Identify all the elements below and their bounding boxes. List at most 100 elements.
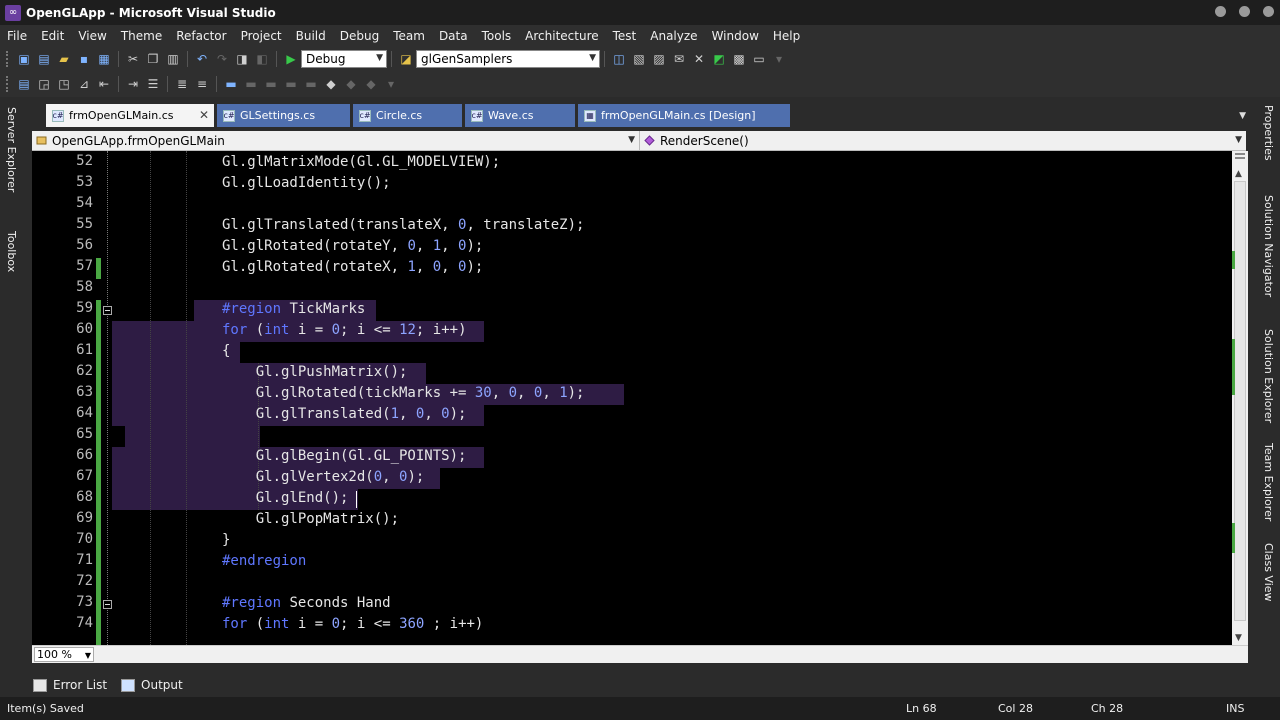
vertical-scrollbar[interactable]: ▲ ▼ <box>1232 151 1248 645</box>
paste-icon[interactable]: ▥ <box>164 50 182 68</box>
horizontal-scrollbar[interactable]: 100 % ▼ <box>32 645 1248 663</box>
extension-manager-icon[interactable]: ✕ <box>690 50 708 68</box>
toggle-bookmark-icon[interactable]: ≡ <box>193 75 211 93</box>
toolbar-overflow-icon[interactable]: ▾ <box>770 50 788 68</box>
close-icon[interactable]: ✕ <box>199 108 209 122</box>
menu-file[interactable]: File <box>0 25 34 47</box>
server-explorer-tab[interactable]: Server Explorer <box>5 107 18 192</box>
method-icon <box>644 135 655 146</box>
chevron-down-icon: ▼ <box>589 53 596 63</box>
solution-configuration-dropdown[interactable]: Debug ▼ <box>301 50 387 68</box>
code-line: Gl.glRotated(rotateX, 1, 0, 0); <box>222 259 484 275</box>
start-debugging-icon[interactable]: ▶ <box>282 50 300 68</box>
maximize-button[interactable] <box>1239 6 1250 17</box>
error-list-tab[interactable]: Error List <box>33 678 107 692</box>
add-item-icon[interactable]: ▤ <box>35 50 53 68</box>
tab-glsettings-cs[interactable]: c# GLSettings.cs <box>217 104 350 127</box>
copy-icon[interactable]: ❐ <box>144 50 162 68</box>
redo-icon[interactable]: ↷ <box>213 50 231 68</box>
tab-frmopenglmain-cs[interactable]: c# frmOpenGLMain.cs ✕ <box>46 104 214 127</box>
solution-explorer-icon[interactable]: ◫ <box>610 50 628 68</box>
scroll-down-icon[interactable]: ▼ <box>1235 633 1242 643</box>
solution-navigator-tab[interactable]: Solution Navigator <box>1262 195 1275 297</box>
decrease-indent-icon[interactable]: ⇤ <box>95 75 113 93</box>
minimize-button[interactable] <box>1215 6 1226 17</box>
menu-data[interactable]: Data <box>432 25 475 47</box>
tab-frmopenglmain-design[interactable]: ▦ frmOpenGLMain.cs [Design] <box>578 104 790 127</box>
close-window-button[interactable] <box>1263 6 1274 17</box>
menu-project[interactable]: Project <box>234 25 289 47</box>
navigate-forward-icon[interactable]: ◧ <box>253 50 271 68</box>
navigate-backward-icon[interactable]: ◨ <box>233 50 251 68</box>
toolbox-icon[interactable]: ✉ <box>670 50 688 68</box>
menu-analyze[interactable]: Analyze <box>643 25 704 47</box>
complete-word-icon[interactable]: ⊿ <box>75 75 93 93</box>
parameter-info-icon[interactable]: ◲ <box>35 75 53 93</box>
find-combo[interactable]: glGenSamplers ▼ <box>416 50 600 68</box>
menu-edit[interactable]: Edit <box>34 25 71 47</box>
team-explorer-tab[interactable]: Team Explorer <box>1262 443 1275 521</box>
menu-team[interactable]: Team <box>386 25 432 47</box>
previous-bookmark-document-icon[interactable]: ◆ <box>322 75 340 93</box>
toolbar-grip[interactable] <box>6 51 10 67</box>
member-dropdown[interactable]: RenderScene() ▼ <box>640 131 1246 151</box>
object-browser-icon[interactable]: ▨ <box>650 50 668 68</box>
scroll-up-icon[interactable]: ▲ <box>1235 169 1242 179</box>
save-icon[interactable]: ▪ <box>75 50 93 68</box>
bookmark-icon[interactable]: ▬ <box>222 75 240 93</box>
menu-theme[interactable]: Theme <box>114 25 169 47</box>
zoom-dropdown[interactable]: 100 % ▼ <box>34 647 94 662</box>
code-line: { <box>222 343 231 359</box>
tab-wave-cs[interactable]: c# Wave.cs <box>465 104 575 127</box>
toolbar-overflow-icon[interactable]: ▾ <box>382 75 400 93</box>
line-number: 55 <box>76 216 93 232</box>
new-project-icon[interactable]: ▣ <box>15 50 33 68</box>
menu-debug[interactable]: Debug <box>333 25 386 47</box>
solution-explorer-tab[interactable]: Solution Explorer <box>1262 329 1275 423</box>
menu-refactor[interactable]: Refactor <box>169 25 233 47</box>
menu-test[interactable]: Test <box>606 25 644 47</box>
toolbox-tab[interactable]: Toolbox <box>5 231 18 272</box>
output-tab[interactable]: Output <box>121 678 183 692</box>
change-indicator <box>96 258 101 279</box>
menu-view[interactable]: View <box>71 25 113 47</box>
code-editor[interactable]: 52 Gl.glMatrixMode(Gl.GL_MODELVIEW); 53 Gl.… <box>32 151 1232 645</box>
menu-build[interactable]: Build <box>289 25 333 47</box>
menu-window[interactable]: Window <box>705 25 766 47</box>
tab-overflow-icon[interactable]: ▼ <box>1239 111 1246 121</box>
next-bookmark-document-icon[interactable]: ◆ <box>342 75 360 93</box>
toolbar-grip[interactable] <box>6 76 10 92</box>
uncomment-icon[interactable]: ≣ <box>173 75 191 93</box>
cut-icon[interactable]: ✂ <box>124 50 142 68</box>
menu-tools[interactable]: Tools <box>475 25 519 47</box>
properties-tab[interactable]: Properties <box>1262 105 1275 161</box>
menu-architecture[interactable]: Architecture <box>518 25 605 47</box>
menu-help[interactable]: Help <box>766 25 807 47</box>
start-page-icon[interactable]: ◩ <box>710 50 728 68</box>
previous-bookmark-folder-icon[interactable]: ▬ <box>282 75 300 93</box>
increase-indent-icon[interactable]: ⇥ <box>124 75 142 93</box>
comment-out-icon[interactable]: ☰ <box>144 75 162 93</box>
previous-bookmark-icon[interactable]: ▬ <box>242 75 260 93</box>
status-message: Item(s) Saved <box>7 702 84 715</box>
next-bookmark-folder-icon[interactable]: ▬ <box>302 75 320 93</box>
quick-info-icon[interactable]: ◳ <box>55 75 73 93</box>
save-all-icon[interactable]: ▦ <box>95 50 113 68</box>
display-object-member-list-icon[interactable]: ▤ <box>15 75 33 93</box>
scrollbar-thumb[interactable] <box>1234 181 1246 621</box>
collapse-region-icon[interactable] <box>103 600 112 609</box>
properties-window-icon[interactable]: ▧ <box>630 50 648 68</box>
class-view-tab[interactable]: Class View <box>1262 543 1275 602</box>
clear-bookmarks-icon[interactable]: ◆ <box>362 75 380 93</box>
tab-circle-cs[interactable]: c# Circle.cs <box>353 104 462 127</box>
splitter-handle[interactable] <box>1235 153 1245 159</box>
command-window-icon[interactable]: ▭ <box>750 50 768 68</box>
type-dropdown[interactable]: OpenGLApp.frmOpenGLMain ▼ <box>32 131 640 151</box>
find-in-files-icon[interactable]: ◪ <box>397 50 415 68</box>
open-file-icon[interactable]: ▰ <box>55 50 73 68</box>
next-bookmark-icon[interactable]: ▬ <box>262 75 280 93</box>
undo-icon[interactable]: ↶ <box>193 50 211 68</box>
line-number: 73 <box>76 594 93 610</box>
server-explorer-icon[interactable]: ▩ <box>730 50 748 68</box>
collapse-region-icon[interactable] <box>103 306 112 315</box>
